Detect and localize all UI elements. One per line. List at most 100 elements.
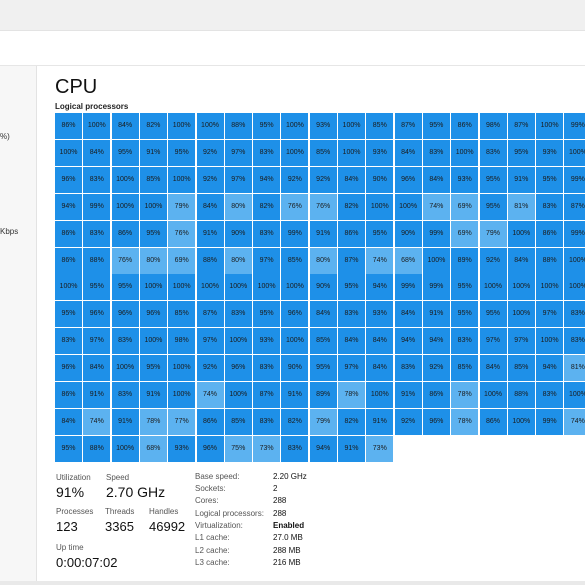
logical-processor-cell: 92% [281, 166, 309, 193]
processes-label: Processes [56, 507, 94, 516]
logical-processor-cell: 100% [224, 382, 252, 408]
logical-processor-cell: 96% [139, 301, 167, 328]
logical-processor-cell: 92% [196, 139, 224, 166]
logical-processor-cell: 83% [338, 301, 365, 328]
logical-processor-cell: 100% [564, 247, 585, 274]
logical-processor-cell: 80% [309, 247, 337, 274]
logical-processor-cell: 87% [338, 247, 365, 274]
logical-processor-cell: 100% [55, 139, 82, 166]
logical-processor-cell: 86% [55, 382, 82, 408]
logical-processor-cell: 87% [196, 301, 224, 328]
logical-processor-cell: 100% [338, 139, 365, 166]
logical-processor-cell: 83% [536, 382, 564, 408]
spec-value-sockets: 2 [273, 484, 278, 493]
logical-processor-cell: 95% [253, 301, 281, 328]
logical-processor-cell: 84% [338, 166, 365, 193]
page-title: CPU [55, 76, 98, 98]
logical-processor-cell: 93% [168, 435, 196, 462]
processes-value: 123 [56, 519, 78, 534]
logical-processor-cell: 84% [422, 166, 450, 193]
logical-processor-cell: 100% [168, 355, 196, 382]
logical-processor-cell: 86% [422, 382, 450, 408]
logical-processor-cell: 100% [168, 166, 196, 193]
logical-processor-cell: 96% [281, 301, 309, 328]
spec-label-base-speed: Base speed: [195, 472, 240, 481]
logical-processor-cell: 78% [451, 408, 479, 435]
logical-processor-cell: 95% [536, 166, 564, 193]
logical-processor-cell: 84% [394, 301, 422, 328]
logical-processor-cell: 100% [507, 220, 535, 247]
logical-processor-cell: 76% [168, 220, 196, 247]
logical-processor-cell: 90% [281, 355, 309, 382]
logical-processor-cell: 84% [366, 355, 394, 382]
logical-processor-cell: 88% [536, 247, 564, 274]
logical-processor-cell: 97% [338, 355, 365, 382]
logical-processor-cell: 96% [55, 355, 82, 382]
logical-processor-cell: 99% [536, 408, 564, 435]
logical-processor-cell: 83% [281, 435, 309, 462]
logical-processor-cell: 96% [83, 301, 111, 328]
logical-processor-cell: 90% [394, 220, 422, 247]
sidebar-item-cpu-fragment[interactable]: %) [0, 132, 10, 141]
logical-processor-cell: 83% [422, 139, 450, 166]
logical-processor-cell: 82% [338, 193, 365, 220]
logical-processor-cell: 94% [394, 328, 422, 355]
spec-label-cores: Cores: [195, 496, 219, 505]
title-bar [0, 0, 585, 31]
logical-processor-cell: 93% [451, 166, 479, 193]
logical-processor-cell: 86% [55, 247, 82, 274]
logical-processor-cell: 83% [253, 355, 281, 382]
logical-processor-cell: 99% [564, 113, 585, 139]
logical-processor-cell: 82% [338, 408, 365, 435]
logical-processor-cell: 86% [536, 220, 564, 247]
logical-processor-cell: 100% [479, 274, 507, 301]
handles-label: Handles [149, 507, 179, 516]
logical-processor-cell: 76% [309, 193, 337, 220]
logical-processor-cell: 84% [83, 139, 111, 166]
logical-processor-cell: 84% [479, 355, 507, 382]
logical-processor-cell: 97% [224, 139, 252, 166]
logical-processor-cell: 83% [55, 328, 82, 355]
logical-processor-cell: 69% [451, 193, 479, 220]
logical-processor-cell: 91% [507, 166, 535, 193]
spec-label-logical-processors: Logical processors: [195, 509, 264, 518]
logical-processors-grid: 86% 100% 84% 82% 100% 100% 88% 95% 100% 93% 100% 85… [55, 113, 585, 463]
spec-value-logical-processors: 288 [273, 509, 287, 518]
logical-processor-cell: 93% [309, 113, 337, 139]
logical-processor-cell: 100% [111, 355, 139, 382]
logical-processor-cell: 86% [55, 113, 82, 139]
logical-processor-cell: 90% [224, 220, 252, 247]
threads-value: 3365 [105, 519, 134, 534]
spec-label-sockets: Sockets: [195, 484, 226, 493]
logical-processor-cell: 93% [366, 139, 394, 166]
logical-processor-cell: 95% [451, 274, 479, 301]
logical-processor-cell: 100% [168, 274, 196, 301]
logical-processor-cell: 100% [139, 328, 167, 355]
threads-label: Threads [105, 507, 135, 516]
logical-processor-cell: 83% [111, 382, 139, 408]
logical-processor-cell: 78% [451, 382, 479, 408]
sidebar-item-network-fragment[interactable]: Kbps [0, 227, 18, 236]
logical-processor-cell: 94% [536, 355, 564, 382]
logical-processor-cell: 91% [422, 301, 450, 328]
logical-processor-cell: 86% [111, 220, 139, 247]
logical-processor-cell: 92% [196, 166, 224, 193]
logical-processor-cell: 68% [139, 435, 167, 462]
logical-processor-cell: 76% [281, 193, 309, 220]
logical-processor-cell: 74% [196, 382, 224, 408]
logical-processor-cell: 81% [507, 193, 535, 220]
logical-processor-cell: 100% [168, 113, 196, 139]
logical-processor-cell: 100% [281, 113, 309, 139]
logical-processor-cell: 83% [253, 220, 281, 247]
logical-processor-cell: 100% [536, 328, 564, 355]
logical-processor-cell: 91% [338, 435, 365, 462]
logical-processor-cell: 97% [83, 328, 111, 355]
sidebar: %) Kbps [0, 66, 37, 585]
logical-processor-cell: 97% [479, 328, 507, 355]
logical-processor-cell: 78% [338, 382, 365, 408]
logical-processor-cell: 82% [139, 113, 167, 139]
logical-processor-cell: 91% [366, 408, 394, 435]
grid-label: Logical processors [55, 102, 129, 111]
logical-processor-cell: 93% [253, 328, 281, 355]
logical-processor-cell: 74% [422, 193, 450, 220]
